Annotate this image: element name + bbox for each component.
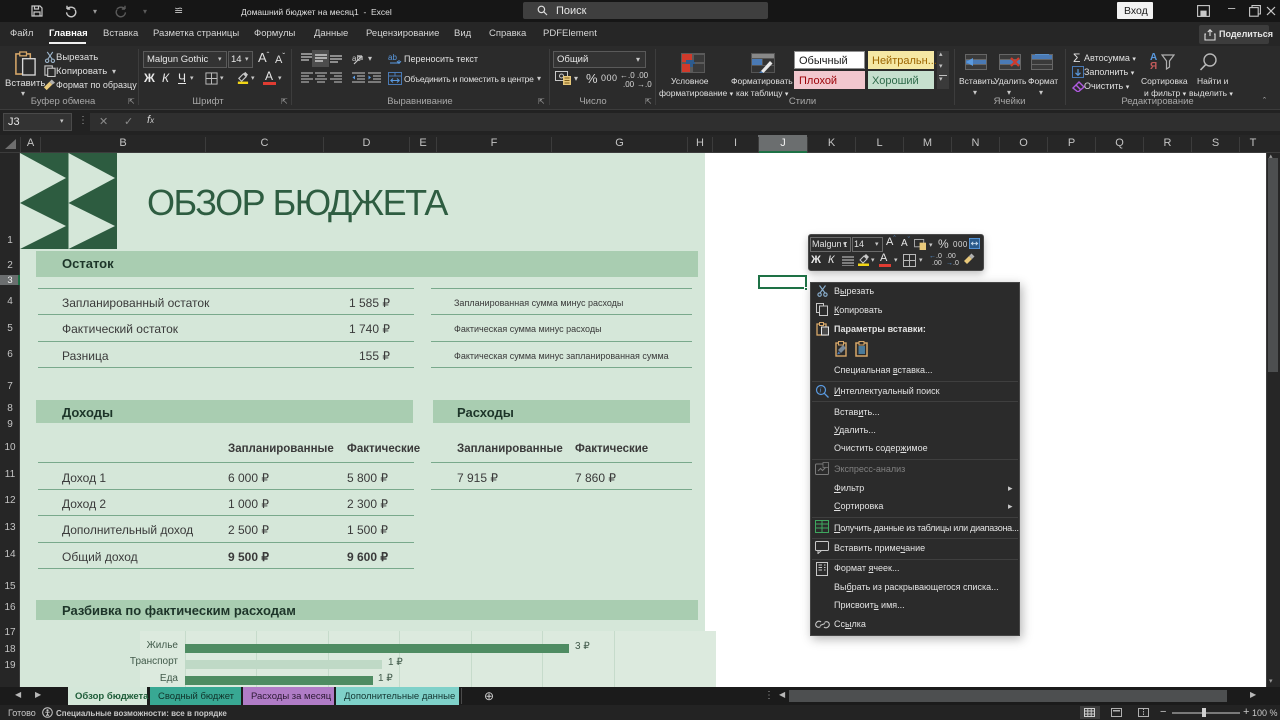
- svg-text:ab: ab: [388, 53, 397, 62]
- svg-text:ab: ab: [352, 54, 361, 63]
